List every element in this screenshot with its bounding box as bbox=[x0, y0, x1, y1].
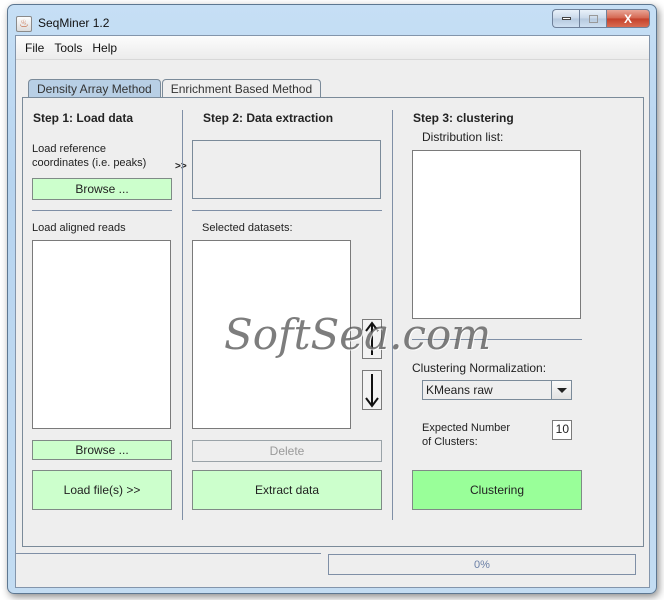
column-divider-1 bbox=[182, 110, 183, 520]
column-divider-2 bbox=[392, 110, 393, 520]
transfer-arrow: >> bbox=[175, 161, 187, 172]
arrow-down-icon bbox=[365, 374, 379, 408]
reference-label-line2: coordinates (i.e. peaks) bbox=[32, 157, 147, 169]
clusters-label-line2: of Clusters: bbox=[422, 436, 478, 448]
java-app-icon: ♨ bbox=[16, 16, 32, 32]
distribution-list[interactable] bbox=[412, 150, 581, 319]
extract-data-label: Extract data bbox=[254, 483, 320, 497]
menu-tools[interactable]: Tools bbox=[49, 41, 87, 55]
browse-reads-button[interactable]: Browse ... bbox=[32, 440, 172, 460]
window-title: SeqMiner 1.2 bbox=[38, 16, 110, 30]
clustering-label: Clustering bbox=[469, 483, 525, 497]
progress-text: 0% bbox=[474, 558, 490, 571]
clusters-label-line1: Expected Number bbox=[422, 422, 511, 434]
distribution-list-label: Distribution list: bbox=[422, 130, 504, 144]
normalization-select[interactable]: KMeans raw bbox=[422, 380, 572, 400]
menu-bar: File Tools Help bbox=[16, 36, 649, 60]
clustering-button[interactable]: Clustering bbox=[412, 470, 582, 510]
maximize-button[interactable] bbox=[579, 9, 606, 28]
delete-button[interactable]: Delete bbox=[192, 440, 382, 462]
menu-help[interactable]: Help bbox=[87, 41, 122, 55]
move-up-button[interactable] bbox=[362, 319, 382, 359]
step2-divider bbox=[192, 210, 382, 211]
step3-divider bbox=[412, 339, 582, 340]
extract-data-button[interactable]: Extract data bbox=[192, 470, 382, 510]
close-icon: X bbox=[623, 11, 632, 26]
aligned-reads-label: Load aligned reads bbox=[32, 222, 126, 234]
cluster-count-input[interactable]: 10 bbox=[552, 420, 572, 440]
minimize-icon bbox=[561, 17, 571, 20]
delete-label: Delete bbox=[269, 444, 305, 458]
load-files-label: Load file(s) >> bbox=[63, 483, 141, 497]
dropdown-button[interactable] bbox=[551, 381, 571, 399]
browse-reference-label: Browse ... bbox=[75, 182, 129, 196]
browse-reads-label: Browse ... bbox=[75, 443, 129, 457]
move-down-button[interactable] bbox=[362, 370, 382, 410]
close-button[interactable]: X bbox=[606, 9, 650, 28]
arrow-up-icon bbox=[365, 321, 379, 355]
tab-density-array-method[interactable]: Density Array Method bbox=[28, 79, 161, 98]
tab-enrichment-based-method[interactable]: Enrichment Based Method bbox=[161, 79, 322, 98]
normalization-value: KMeans raw bbox=[426, 383, 493, 397]
method-tabs: Density Array Method Enrichment Based Me… bbox=[28, 79, 322, 98]
menu-file[interactable]: File bbox=[20, 41, 49, 55]
reference-file-box[interactable] bbox=[192, 140, 381, 199]
selected-datasets-label: Selected datasets: bbox=[202, 222, 293, 234]
load-files-button[interactable]: Load file(s) >> bbox=[32, 470, 172, 510]
normalization-label: Clustering Normalization: bbox=[412, 361, 547, 375]
minimize-button[interactable] bbox=[552, 9, 579, 28]
status-divider bbox=[16, 553, 321, 554]
browse-reference-button[interactable]: Browse ... bbox=[32, 178, 172, 200]
app-window: ♨ SeqMiner 1.2 X File Tools Help Density… bbox=[7, 4, 657, 594]
chevron-down-icon bbox=[556, 387, 567, 393]
step1-title: Step 1: Load data bbox=[33, 111, 134, 125]
title-bar[interactable]: ♨ SeqMiner 1.2 X bbox=[8, 5, 656, 39]
step2-title: Step 2: Data extraction bbox=[203, 111, 334, 125]
window-controls: X bbox=[552, 9, 650, 29]
client-area: File Tools Help Density Array Method Enr… bbox=[15, 35, 650, 588]
reference-label-line1: Load reference bbox=[32, 143, 106, 155]
maximize-icon bbox=[588, 14, 598, 23]
density-array-panel: Step 1: Load data Load reference coordin… bbox=[22, 97, 644, 547]
step1-divider bbox=[32, 210, 172, 211]
step3-title: Step 3: clustering bbox=[413, 111, 514, 125]
progress-bar: 0% bbox=[328, 554, 636, 575]
aligned-reads-list[interactable] bbox=[32, 240, 171, 429]
selected-datasets-list[interactable] bbox=[192, 240, 351, 429]
